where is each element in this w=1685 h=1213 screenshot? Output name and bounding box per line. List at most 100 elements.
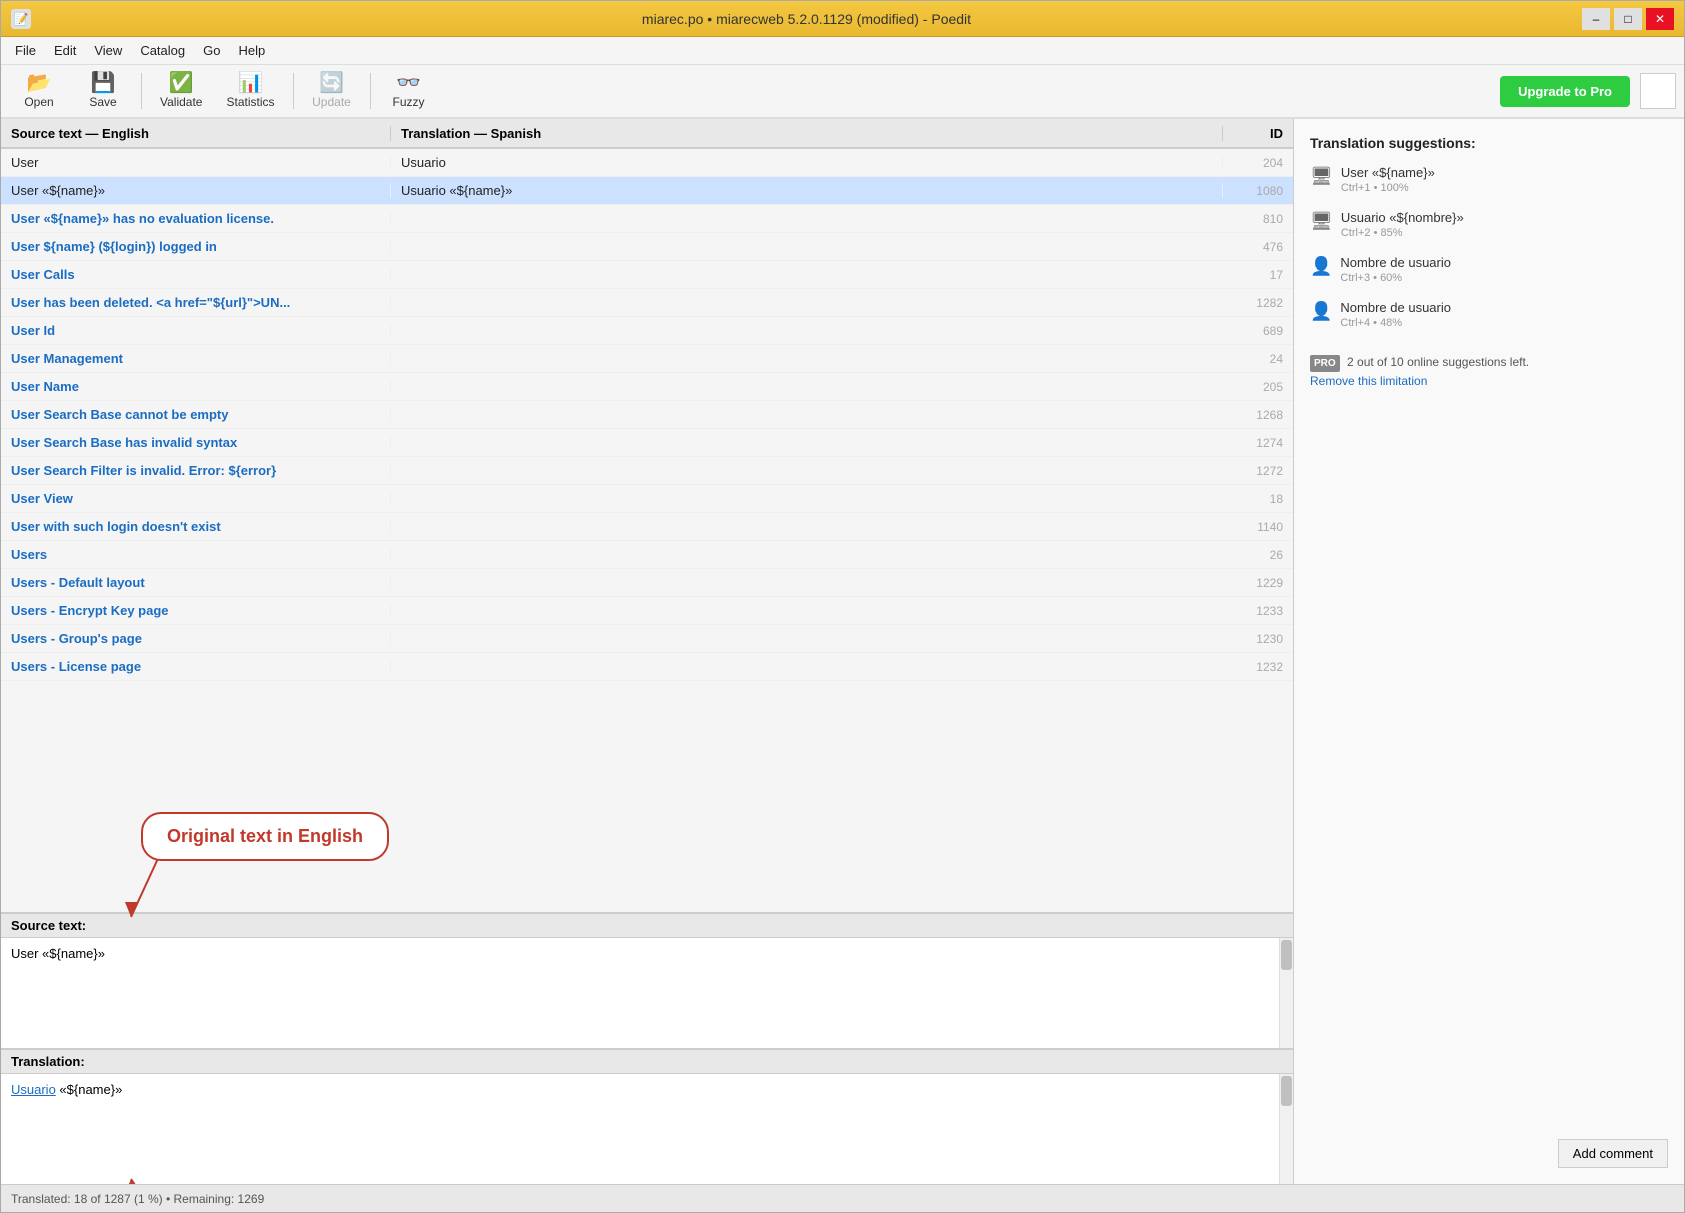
toolbar-separator-2 <box>293 73 294 109</box>
table-body: User Usuario 204 User «${name}» Usuario … <box>1 149 1293 912</box>
suggestion-main-4[interactable]: Nombre de usuario <box>1340 300 1451 315</box>
table-row[interactable]: User «${name}» Usuario «${name}» 1080 <box>1 177 1293 205</box>
id-cell: 24 <box>1223 352 1293 366</box>
table-row[interactable]: User Name 205 <box>1 373 1293 401</box>
translation-table-area: Source text — English Translation — Span… <box>1 119 1293 912</box>
id-cell: 1229 <box>1223 576 1293 590</box>
suggestion-text-block-2: Usuario «${nombre}» Ctrl+2 • 85% <box>1341 210 1464 239</box>
folder-open-icon: 📂 <box>27 73 52 93</box>
suggestion-item-2[interactable]: 🖥 Usuario «${nombre}» Ctrl+2 • 85% <box>1310 210 1668 239</box>
upgrade-to-pro-button[interactable]: Upgrade to Pro <box>1500 76 1630 107</box>
menu-edit[interactable]: Edit <box>46 40 84 61</box>
suggestion-text-block-1: User «${name}» Ctrl+1 • 100% <box>1341 165 1435 194</box>
right-panel: Translation suggestions: 🖥 User «${name}… <box>1294 119 1684 1184</box>
source-cell: User Id <box>1 323 391 338</box>
menu-help[interactable]: Help <box>230 40 273 61</box>
statistics-icon: 📊 <box>238 73 263 93</box>
source-text-label: Source text: <box>1 914 1293 938</box>
menu-catalog[interactable]: Catalog <box>132 40 193 61</box>
table-row[interactable]: Users - Default layout 1229 <box>1 569 1293 597</box>
table-row[interactable]: User Management 24 <box>1 345 1293 373</box>
source-cell: Users - License page <box>1 659 391 674</box>
column-source-header: Source text — English <box>1 126 391 141</box>
suggestion-sub-4: Ctrl+4 • 48% <box>1340 317 1451 329</box>
translation-link-part[interactable]: Usuario <box>11 1082 56 1097</box>
table-row[interactable]: User Calls 17 <box>1 261 1293 289</box>
column-translation-header: Translation — Spanish <box>391 126 1223 141</box>
source-cell: User Search Filter is invalid. Error: ${… <box>1 463 391 478</box>
add-comment-button[interactable]: Add comment <box>1558 1139 1668 1168</box>
id-cell: 1140 <box>1223 520 1293 534</box>
suggestion-sub-1: Ctrl+1 • 100% <box>1341 182 1435 194</box>
id-cell: 1233 <box>1223 604 1293 618</box>
table-row[interactable]: User has been deleted. <a href="${url}">… <box>1 289 1293 317</box>
id-cell: 1282 <box>1223 296 1293 310</box>
id-cell: 17 <box>1223 268 1293 282</box>
suggestion-text-block-3: Nombre de usuario Ctrl+3 • 60% <box>1340 255 1451 284</box>
suggestion-icon-3: 👤 <box>1310 256 1332 277</box>
fuzzy-button[interactable]: 👓 Fuzzy <box>379 68 439 114</box>
translation-content[interactable]: Usuario «${name}» <box>1 1074 1293 1184</box>
statusbar: Translated: 18 of 1287 (1 %) • Remaining… <box>1 1184 1684 1212</box>
table-row[interactable]: Users - Encrypt Key page 1233 <box>1 597 1293 625</box>
theme-toggle-button[interactable] <box>1640 73 1676 109</box>
source-cell: Users <box>1 547 391 562</box>
table-row[interactable]: Users - License page 1232 <box>1 653 1293 681</box>
source-cell: User <box>1 155 391 170</box>
source-cell: Users - Group's page <box>1 631 391 646</box>
status-text: Translated: 18 of 1287 (1 %) • Remaining… <box>11 1192 264 1206</box>
table-row[interactable]: User Id 689 <box>1 317 1293 345</box>
source-scroll-indicator <box>1279 938 1293 1048</box>
source-text-value: User «${name}» <box>11 946 105 961</box>
column-id-header: ID <box>1223 126 1293 141</box>
table-row[interactable]: User «${name}» has no evaluation license… <box>1 205 1293 233</box>
table-row[interactable]: User Search Base cannot be empty 1268 <box>1 401 1293 429</box>
translation-scroll-thumb[interactable] <box>1281 1076 1292 1106</box>
table-row[interactable]: User Usuario 204 <box>1 149 1293 177</box>
left-panel: Source text — English Translation — Span… <box>1 119 1294 1184</box>
suggestion-main-1[interactable]: User «${name}» <box>1341 165 1435 180</box>
update-button[interactable]: 🔄 Update <box>302 68 362 114</box>
close-button[interactable]: ✕ <box>1646 8 1674 30</box>
validate-button[interactable]: ✅ Validate <box>150 68 212 114</box>
suggestion-main-3[interactable]: Nombre de usuario <box>1340 255 1451 270</box>
suggestion-item-4[interactable]: 👤 Nombre de usuario Ctrl+4 • 48% <box>1310 300 1668 329</box>
table-row[interactable]: User View 18 <box>1 485 1293 513</box>
source-scroll-thumb[interactable] <box>1281 940 1292 970</box>
translation-scroll-indicator <box>1279 1074 1293 1184</box>
toolbar: 📂 Open 💾 Save ✅ Validate 📊 Statistics 🔄 … <box>1 65 1684 119</box>
suggestion-icon-2: 🖥 <box>1310 211 1333 232</box>
remove-limitation-link[interactable]: Remove this limitation <box>1310 374 1427 388</box>
table-row[interactable]: User Search Filter is invalid. Error: ${… <box>1 457 1293 485</box>
source-text-content[interactable]: User «${name}» <box>1 938 1293 1048</box>
minimize-button[interactable]: – <box>1582 8 1610 30</box>
source-cell: Users - Default layout <box>1 575 391 590</box>
suggestion-main-2[interactable]: Usuario «${nombre}» <box>1341 210 1464 225</box>
menu-go[interactable]: Go <box>195 40 228 61</box>
open-button[interactable]: 📂 Open <box>9 68 69 114</box>
table-row[interactable]: User Search Base has invalid syntax 1274 <box>1 429 1293 457</box>
menu-file[interactable]: File <box>7 40 44 61</box>
table-row[interactable]: Users - Group's page 1230 <box>1 625 1293 653</box>
id-cell: 1272 <box>1223 464 1293 478</box>
suggestion-sub-2: Ctrl+2 • 85% <box>1341 227 1464 239</box>
id-cell: 476 <box>1223 240 1293 254</box>
id-cell: 1230 <box>1223 632 1293 646</box>
id-cell: 18 <box>1223 492 1293 506</box>
table-row[interactable]: Users 26 <box>1 541 1293 569</box>
suggestion-item-3[interactable]: 👤 Nombre de usuario Ctrl+3 • 60% <box>1310 255 1668 284</box>
menu-view[interactable]: View <box>86 40 130 61</box>
suggestion-item-1[interactable]: 🖥 User «${name}» Ctrl+1 • 100% <box>1310 165 1668 194</box>
main-content-area: Source text — English Translation — Span… <box>1 119 1684 1184</box>
titlebar: 📝 miarec.po • miarecweb 5.2.0.1129 (modi… <box>1 1 1684 37</box>
source-cell: User Name <box>1 379 391 394</box>
maximize-button[interactable]: □ <box>1614 8 1642 30</box>
statistics-button[interactable]: 📊 Statistics <box>216 68 284 114</box>
translation-label: Translation: <box>1 1050 1293 1074</box>
table-row[interactable]: User with such login doesn't exist 1140 <box>1 513 1293 541</box>
pro-badge: PRO <box>1310 355 1340 372</box>
id-cell: 1080 <box>1223 184 1293 198</box>
bottom-panels-wrapper: Source text: User «${name}» Translation:… <box>1 912 1293 1184</box>
save-button[interactable]: 💾 Save <box>73 68 133 114</box>
table-row[interactable]: User ${name} (${login}) logged in 476 <box>1 233 1293 261</box>
